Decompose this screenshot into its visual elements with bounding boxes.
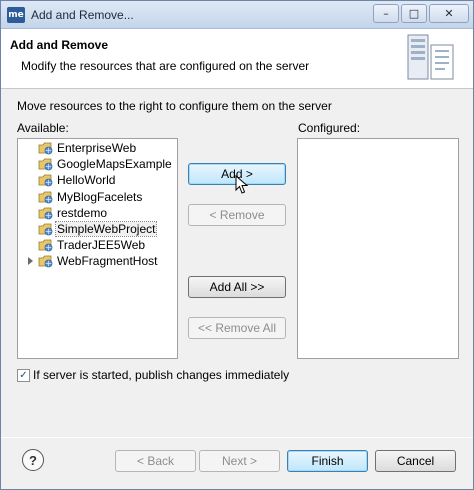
list-item-label: SimpleWebProject bbox=[54, 220, 158, 237]
banner-title: Add and Remove bbox=[10, 38, 109, 52]
next-button[interactable]: Next > bbox=[199, 450, 280, 472]
server-icon bbox=[407, 34, 454, 80]
expand-arrow-icon[interactable] bbox=[28, 257, 33, 266]
configured-list[interactable] bbox=[297, 138, 459, 359]
list-item-label: WebFragmentHost bbox=[57, 254, 158, 269]
mouse-cursor-icon bbox=[235, 175, 249, 194]
title-bar[interactable]: me Add and Remove... – □ ✕ bbox=[1, 1, 473, 29]
list-item[interactable]: MyBlogFacelets bbox=[18, 189, 177, 205]
publish-checkbox-label: If server is started, publish changes im… bbox=[33, 368, 290, 382]
list-item[interactable]: TraderJEE5Web bbox=[18, 237, 177, 253]
web-project-icon bbox=[38, 255, 53, 268]
available-list[interactable]: EnterpriseWeb GoogleMapsExample HelloWorld… bbox=[17, 138, 178, 359]
add-all-button[interactable]: Add All >> bbox=[188, 276, 286, 298]
list-item-label: GoogleMapsExample bbox=[57, 157, 172, 172]
instructions-text: Move resources to the right to configure… bbox=[17, 99, 332, 113]
web-project-icon bbox=[38, 239, 53, 252]
help-icon[interactable]: ? bbox=[22, 449, 44, 471]
app-logo-icon: me bbox=[7, 7, 25, 23]
web-project-icon bbox=[38, 158, 53, 171]
list-item-label: HelloWorld bbox=[57, 173, 116, 188]
list-item-label: EnterpriseWeb bbox=[57, 141, 137, 155]
web-project-icon bbox=[38, 191, 53, 204]
web-project-icon bbox=[38, 207, 53, 220]
list-item[interactable]: WebFragmentHost bbox=[18, 253, 177, 269]
remove-all-button[interactable]: << Remove All bbox=[188, 317, 286, 339]
list-item-label: MyBlogFacelets bbox=[57, 189, 143, 204]
available-label: Available: bbox=[17, 121, 69, 135]
list-item[interactable]: GoogleMapsExample bbox=[18, 156, 177, 172]
cancel-button[interactable]: Cancel bbox=[375, 450, 456, 472]
back-button[interactable]: < Back bbox=[115, 450, 196, 472]
window-controls: – □ ✕ bbox=[371, 4, 469, 24]
finish-button[interactable]: Finish bbox=[287, 450, 368, 472]
banner-description: Modify the resources that are configured… bbox=[21, 59, 310, 73]
maximize-button[interactable]: □ bbox=[401, 4, 427, 23]
close-button[interactable]: ✕ bbox=[429, 4, 469, 23]
list-item[interactable]: HelloWorld bbox=[18, 172, 177, 188]
list-item[interactable]: SimpleWebProject bbox=[18, 220, 177, 237]
list-item[interactable]: restdemo bbox=[18, 205, 177, 221]
list-item-label: TraderJEE5Web bbox=[57, 238, 146, 253]
header-banner: Add and Remove Modify the resources that… bbox=[1, 29, 473, 89]
add-remove-dialog: me Add and Remove... – □ ✕ Add and Remov… bbox=[0, 0, 474, 490]
remove-button[interactable]: < Remove bbox=[188, 204, 286, 226]
footer-divider bbox=[1, 437, 473, 438]
minimize-button[interactable]: – bbox=[373, 4, 399, 23]
window-title: Add and Remove... bbox=[31, 8, 134, 22]
list-item[interactable]: EnterpriseWeb bbox=[18, 140, 177, 156]
list-item-label: restdemo bbox=[57, 205, 108, 220]
web-project-icon bbox=[38, 142, 53, 155]
publish-checkbox[interactable]: ✓ bbox=[17, 369, 30, 382]
configured-label: Configured: bbox=[298, 121, 361, 135]
web-project-icon bbox=[38, 174, 53, 187]
web-project-icon bbox=[38, 223, 53, 236]
